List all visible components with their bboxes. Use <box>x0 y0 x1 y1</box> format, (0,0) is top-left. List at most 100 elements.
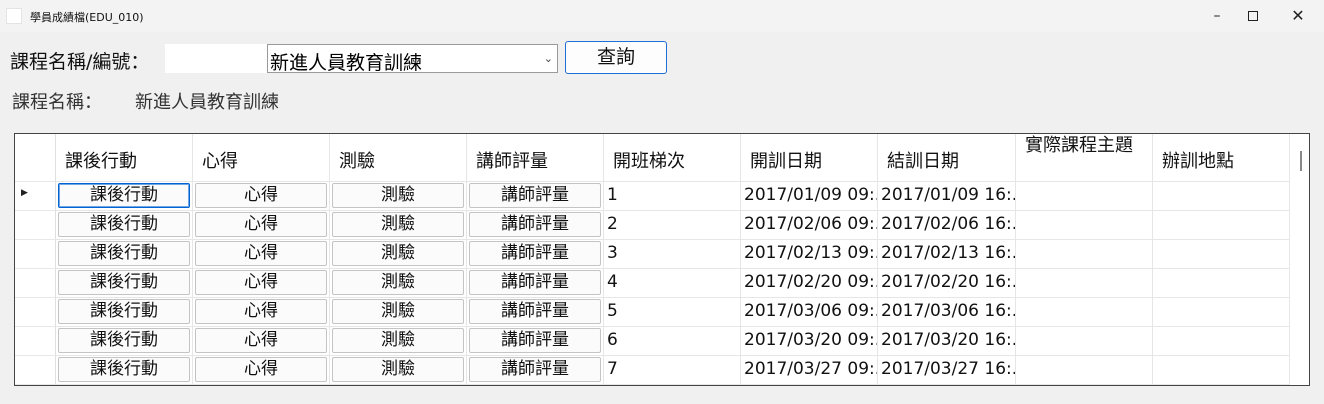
after-class-action-button[interactable]: 課後行動 <box>58 328 190 353</box>
start-date-cell[interactable]: 2017/03/06 09:... <box>741 298 878 327</box>
after-class-action-button[interactable]: 課後行動 <box>58 357 190 382</box>
table-cell: 測驗 <box>330 356 467 385</box>
instructor-evaluation-button[interactable]: 講師評量 <box>469 241 601 266</box>
header-session[interactable]: 開班梯次 <box>604 134 741 182</box>
end-date-cell[interactable]: 2017/01/09 16:... <box>878 182 1016 211</box>
current-row-icon: ▶ <box>21 188 28 198</box>
table-cell: 心得 <box>193 182 330 211</box>
end-date-cell[interactable]: 2017/02/13 16:... <box>878 240 1016 269</box>
start-date-cell[interactable]: 2017/03/20 09:... <box>741 327 878 356</box>
session-cell[interactable]: 5 <box>604 298 741 327</box>
start-date-cell[interactable]: 2017/02/13 09:... <box>741 240 878 269</box>
session-cell[interactable]: 6 <box>604 327 741 356</box>
after-class-action-button[interactable]: 課後行動 <box>58 299 190 324</box>
minimize-button[interactable]: – <box>1198 0 1236 32</box>
session-cell[interactable]: 4 <box>604 269 741 298</box>
header-end-date[interactable]: 結訓日期 <box>878 134 1016 182</box>
reflection-button[interactable]: 心得 <box>195 212 327 237</box>
instructor-evaluation-button[interactable]: 講師評量 <box>469 357 601 382</box>
start-date-cell[interactable]: 2017/02/06 09:... <box>741 211 878 240</box>
location-cell[interactable] <box>1153 240 1290 269</box>
location-cell[interactable] <box>1153 182 1290 211</box>
chevron-down-icon[interactable]: ⌄ <box>544 52 553 65</box>
row-header[interactable] <box>15 298 56 327</box>
instructor-evaluation-button[interactable]: 講師評量 <box>469 328 601 353</box>
row-header[interactable] <box>15 269 56 298</box>
topic-cell[interactable] <box>1016 298 1153 327</box>
instructor-evaluation-button[interactable]: 講師評量 <box>469 270 601 295</box>
table-cell: 測驗 <box>330 182 467 211</box>
test-button[interactable]: 測驗 <box>332 212 464 237</box>
row-header[interactable] <box>15 211 56 240</box>
header-after-class-action[interactable]: 課後行動 <box>56 134 193 182</box>
test-button[interactable]: 測驗 <box>332 357 464 382</box>
table-cell: 講師評量 <box>467 240 604 269</box>
test-button[interactable]: 測驗 <box>332 241 464 266</box>
after-class-action-button[interactable]: 課後行動 <box>58 270 190 295</box>
location-cell[interactable] <box>1153 298 1290 327</box>
location-cell[interactable] <box>1153 327 1290 356</box>
after-class-action-button[interactable]: 課後行動 <box>58 183 190 208</box>
reflection-button[interactable]: 心得 <box>195 241 327 266</box>
row-header[interactable]: ▶ <box>15 182 56 211</box>
instructor-evaluation-button[interactable]: 講師評量 <box>469 299 601 324</box>
location-cell[interactable] <box>1153 269 1290 298</box>
topic-cell[interactable] <box>1016 327 1153 356</box>
start-date-cell[interactable]: 2017/03/27 09:... <box>741 356 878 385</box>
header-location[interactable]: 辦訓地點 <box>1153 134 1290 182</box>
instructor-evaluation-button[interactable]: 講師評量 <box>469 212 601 237</box>
header-actual-topic[interactable]: 實際課程主題 <box>1016 134 1153 182</box>
topic-cell[interactable] <box>1016 240 1153 269</box>
table-cell: 課後行動 <box>56 356 193 385</box>
vertical-scrollbar[interactable] <box>1296 134 1309 385</box>
location-cell[interactable] <box>1153 356 1290 385</box>
table-cell: 講師評量 <box>467 298 604 327</box>
end-date-cell[interactable]: 2017/03/06 16:... <box>878 298 1016 327</box>
end-date-cell[interactable]: 2017/03/27 16:... <box>878 356 1016 385</box>
session-cell[interactable]: 1 <box>604 182 741 211</box>
topic-cell[interactable] <box>1016 269 1153 298</box>
close-button[interactable]: ✕ <box>1279 0 1317 32</box>
header-test[interactable]: 測驗 <box>330 134 467 182</box>
location-cell[interactable] <box>1153 211 1290 240</box>
test-button[interactable]: 測驗 <box>332 328 464 353</box>
header-instructor-evaluation[interactable]: 講師評量 <box>467 134 604 182</box>
reflection-button[interactable]: 心得 <box>195 183 327 208</box>
start-date-cell[interactable]: 2017/02/20 09:... <box>741 269 878 298</box>
table-cell: 課後行動 <box>56 327 193 356</box>
maximize-button[interactable] <box>1234 0 1272 32</box>
reflection-button[interactable]: 心得 <box>195 299 327 324</box>
start-date-cell[interactable]: 2017/01/09 09:... <box>741 182 878 211</box>
course-select[interactable]: 新進人員教育訓練 ⌄ <box>267 44 558 74</box>
header-start-date[interactable]: 開訓日期 <box>741 134 878 182</box>
instructor-evaluation-button[interactable]: 講師評量 <box>469 183 601 208</box>
topic-cell[interactable] <box>1016 211 1153 240</box>
topic-cell[interactable] <box>1016 182 1153 211</box>
after-class-action-button[interactable]: 課後行動 <box>58 241 190 266</box>
sessions-grid[interactable]: 課後行動 心得 測驗 講師評量 開班梯次 開訓日期 結訓日期 實際課程主題 辦訓地點 ▶ 課後行動心… <box>14 133 1310 386</box>
reflection-button[interactable]: 心得 <box>195 328 327 353</box>
session-cell[interactable]: 7 <box>604 356 741 385</box>
session-cell[interactable]: 3 <box>604 240 741 269</box>
end-date-cell[interactable]: 2017/02/06 16:... <box>878 211 1016 240</box>
row-header[interactable] <box>15 240 56 269</box>
test-button[interactable]: 測驗 <box>332 299 464 324</box>
table-cell: 課後行動 <box>56 211 193 240</box>
course-code-input[interactable] <box>165 44 267 73</box>
session-cell[interactable]: 2 <box>604 211 741 240</box>
after-class-action-button[interactable]: 課後行動 <box>58 212 190 237</box>
row-header[interactable] <box>15 327 56 356</box>
reflection-button[interactable]: 心得 <box>195 270 327 295</box>
table-cell: 課後行動 <box>56 298 193 327</box>
table-cell: 講師評量 <box>467 269 604 298</box>
end-date-cell[interactable]: 2017/03/20 16:... <box>878 327 1016 356</box>
reflection-button[interactable]: 心得 <box>195 357 327 382</box>
topic-cell[interactable] <box>1016 356 1153 385</box>
scrollbar-thumb[interactable] <box>1300 151 1302 171</box>
header-reflection[interactable]: 心得 <box>193 134 330 182</box>
end-date-cell[interactable]: 2017/02/20 16:... <box>878 269 1016 298</box>
test-button[interactable]: 測驗 <box>332 183 464 208</box>
test-button[interactable]: 測驗 <box>332 270 464 295</box>
query-button[interactable]: 查詢 <box>565 41 667 74</box>
row-header[interactable] <box>15 356 56 385</box>
